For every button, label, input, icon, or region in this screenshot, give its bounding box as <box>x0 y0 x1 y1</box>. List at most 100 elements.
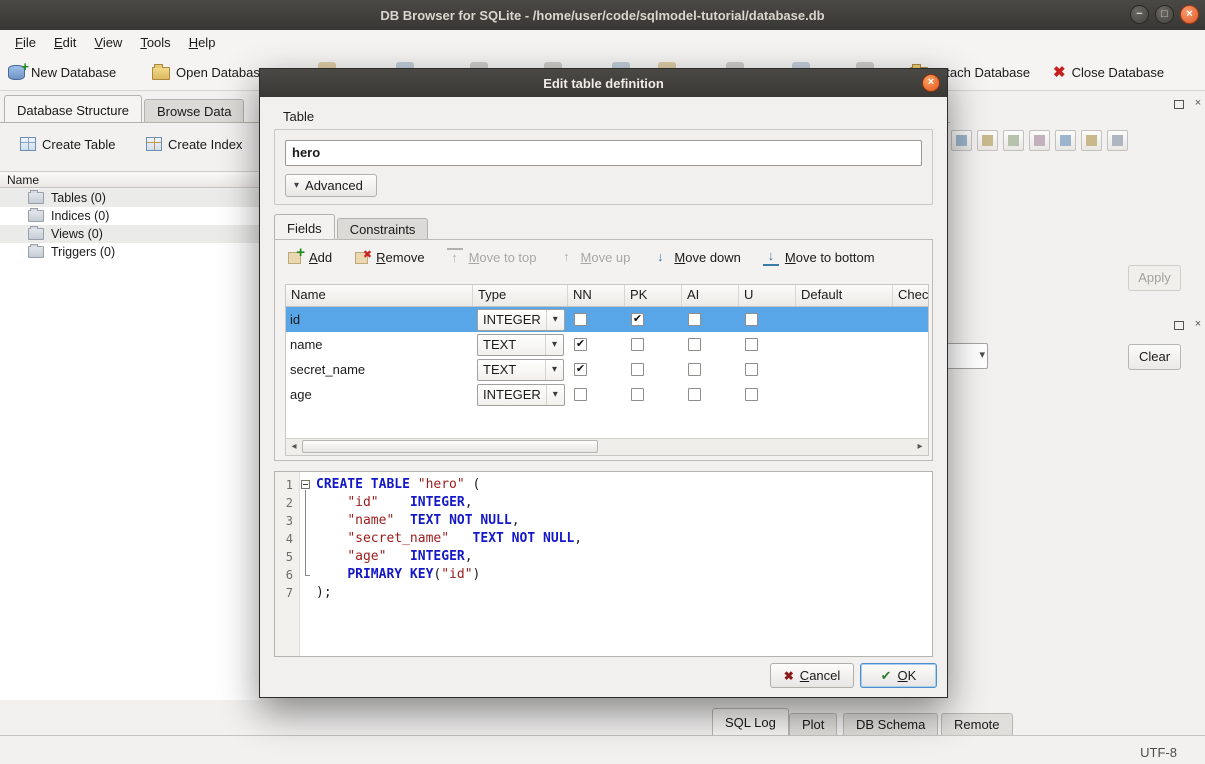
tree-header[interactable]: Name <box>0 171 259 188</box>
minimize-icon[interactable]: − <box>1130 5 1149 24</box>
type-combobox[interactable]: TEXT▾ <box>477 334 564 356</box>
field-pk-cell <box>625 332 682 357</box>
dialog-tab-fields[interactable]: Fields <box>274 214 335 240</box>
scroll-right-icon[interactable]: ▸ <box>912 439 928 454</box>
sql-token: ) <box>473 567 481 582</box>
type-combobox[interactable]: INTEGER▾ <box>477 309 565 331</box>
menu-tools[interactable]: Tools <box>131 32 179 53</box>
dialog-close-icon[interactable]: × <box>922 74 940 92</box>
column-header-pk[interactable]: PK <box>625 285 682 306</box>
ai-checkbox[interactable] <box>688 338 701 351</box>
bottom-tab-sql-log[interactable]: SQL Log <box>712 708 789 735</box>
sql-preview: 1CREATE TABLE "hero" (2 "id" INTEGER,3 "… <box>274 471 933 657</box>
ai-checkbox[interactable] <box>688 363 701 376</box>
type-combobox[interactable]: INTEGER▾ <box>477 384 565 406</box>
dock-float-icon[interactable] <box>1172 318 1186 332</box>
tree-item-triggers-0[interactable]: Triggers (0) <box>0 243 259 261</box>
u-checkbox[interactable] <box>745 388 758 401</box>
fold-marker[interactable] <box>299 476 313 494</box>
pk-checkbox[interactable] <box>631 388 644 401</box>
fold-minus-icon[interactable] <box>301 480 310 489</box>
ok-button[interactable]: ✔ OK <box>860 663 937 688</box>
advanced-toggle-button[interactable]: ▾ Advanced <box>285 174 377 197</box>
pk-checkbox[interactable]: ✔ <box>631 313 644 326</box>
dock-toolbar-icon[interactable] <box>1003 130 1024 151</box>
tree-item-indices-0[interactable]: Indices (0) <box>0 207 259 225</box>
bottom-tab-plot[interactable]: Plot <box>789 713 837 735</box>
field-row-name[interactable]: nameTEXT▾✔ <box>286 332 928 357</box>
type-combobox[interactable]: TEXT▾ <box>477 359 564 381</box>
create-index-button[interactable]: Create Index <box>140 131 248 157</box>
nn-checkbox[interactable]: ✔ <box>574 363 587 376</box>
u-checkbox[interactable] <box>745 363 758 376</box>
maximize-icon[interactable]: □ <box>1155 5 1174 24</box>
column-header-name[interactable]: Name <box>286 285 473 306</box>
column-header-check[interactable]: Check <box>893 285 929 306</box>
menu-edit[interactable]: Edit <box>45 32 85 53</box>
tab-database-structure[interactable]: Database Structure <box>4 95 142 123</box>
u-checkbox[interactable] <box>745 313 758 326</box>
column-header-type[interactable]: Type <box>473 285 568 306</box>
field-row-id[interactable]: idINTEGER▾✔ <box>286 307 928 332</box>
pk-checkbox[interactable] <box>631 363 644 376</box>
tree-item-tables-0[interactable]: Tables (0) <box>0 189 259 207</box>
dock-close-icon[interactable]: × <box>1191 97 1205 111</box>
cancel-button[interactable]: ✖ Cancel <box>770 663 854 688</box>
u-checkbox[interactable] <box>745 338 758 351</box>
field-name-cell: age <box>286 382 473 407</box>
column-header-u[interactable]: U <box>739 285 796 306</box>
close-database-label: Close Database <box>1072 65 1165 80</box>
nn-checkbox[interactable] <box>574 313 587 326</box>
sql-token <box>316 531 347 546</box>
remove-button[interactable]: Remove <box>354 249 424 265</box>
tab-browse-data[interactable]: Browse Data <box>144 99 244 123</box>
menu-help[interactable]: Help <box>180 32 225 53</box>
add-button[interactable]: Add <box>287 249 332 265</box>
button-label: Add <box>309 250 332 265</box>
close-icon[interactable]: × <box>1180 5 1199 24</box>
dock-toolbar-icon[interactable] <box>1055 130 1076 151</box>
ai-checkbox[interactable] <box>688 388 701 401</box>
fold-marker <box>299 548 313 566</box>
dock-float-icon[interactable] <box>1172 97 1186 111</box>
dock-toolbar-icon[interactable] <box>951 130 972 151</box>
type-combobox-value: INTEGER <box>478 312 546 327</box>
dock-close-icon[interactable]: × <box>1191 318 1205 332</box>
ai-checkbox[interactable] <box>688 313 701 326</box>
dock-toolbar-icon[interactable] <box>1029 130 1050 151</box>
line-number: 7 <box>275 584 299 602</box>
folder-icon <box>28 228 44 240</box>
column-header-default[interactable]: Default <box>796 285 893 306</box>
sql-line: 3 "name" TEXT NOT NULL, <box>275 512 932 530</box>
dock-toolbar-icon[interactable] <box>1107 130 1128 151</box>
horizontal-scrollbar[interactable]: ◂ ▸ <box>286 438 928 455</box>
field-row-age[interactable]: ageINTEGER▾ <box>286 382 928 407</box>
close-database-button[interactable]: ✖ Close Database <box>1053 60 1164 84</box>
menu-view[interactable]: View <box>85 32 131 53</box>
dock-toolbar-icon[interactable] <box>977 130 998 151</box>
tree-item-views-0[interactable]: Views (0) <box>0 225 259 243</box>
dialog-tab-constraints[interactable]: Constraints <box>337 218 429 240</box>
move-to-bottom-button[interactable]: ↓Move to bottom <box>763 248 875 266</box>
column-header-nn[interactable]: NN <box>568 285 625 306</box>
pk-checkbox[interactable] <box>631 338 644 351</box>
open-database-button[interactable]: Open Database <box>152 60 267 84</box>
sql-token: TEXT NOT NULL <box>473 531 575 546</box>
field-ai-cell <box>682 332 739 357</box>
dock-toolbar-icon[interactable] <box>1081 130 1102 151</box>
column-header-ai[interactable]: AI <box>682 285 739 306</box>
scrollbar-thumb[interactable] <box>302 440 598 453</box>
new-database-button[interactable]: New Database <box>8 60 116 84</box>
move-down-button[interactable]: ↓Move down <box>652 249 741 265</box>
table-name-input[interactable]: hero <box>285 140 922 166</box>
nn-checkbox[interactable]: ✔ <box>574 338 587 351</box>
bottom-tab-db-schema[interactable]: DB Schema <box>843 713 938 735</box>
menu-file[interactable]: File <box>6 32 45 53</box>
scroll-left-icon[interactable]: ◂ <box>286 439 302 454</box>
field-name-cell: secret_name <box>286 357 473 382</box>
clear-button[interactable]: Clear <box>1128 344 1181 370</box>
nn-checkbox[interactable] <box>574 388 587 401</box>
field-row-secret-name[interactable]: secret_nameTEXT▾ ✔ <box>286 357 928 382</box>
bottom-tab-remote[interactable]: Remote <box>941 713 1013 735</box>
create-table-button[interactable]: Create Table <box>14 131 121 157</box>
